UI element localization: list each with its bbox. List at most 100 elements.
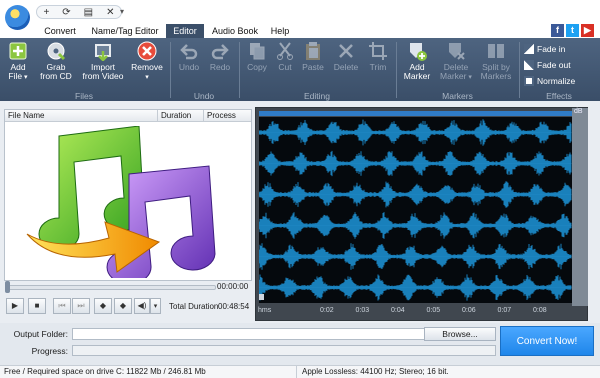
import-from-video-button[interactable]: Import from Video bbox=[80, 41, 126, 89]
time-tick-label: 0:04 bbox=[391, 307, 405, 314]
copy-label: Copy bbox=[247, 62, 267, 72]
format-status: Apple Lossless: 44100 Hz; Stereo; 16 bit… bbox=[302, 367, 449, 376]
paste-label: Paste bbox=[302, 62, 324, 72]
ribbon-separator bbox=[396, 42, 397, 98]
seek-handle[interactable] bbox=[5, 281, 10, 293]
waveform-canvas[interactable] bbox=[258, 117, 572, 303]
column-process[interactable]: Process bbox=[204, 110, 251, 122]
add-icon[interactable]: + bbox=[43, 7, 49, 18]
convert-now-button[interactable]: Convert Now! bbox=[500, 326, 594, 356]
normalize-label: Normalize bbox=[537, 76, 576, 86]
social-links: f t ▶ bbox=[551, 24, 594, 37]
volume-icon: ◀) bbox=[137, 301, 147, 310]
playhead-marker[interactable] bbox=[259, 294, 264, 300]
previous-button[interactable]: ⏮ bbox=[53, 298, 71, 314]
waveform-channels bbox=[258, 119, 572, 301]
add-file-button[interactable]: Add File ▾ bbox=[2, 41, 34, 89]
scissors-icon bbox=[277, 42, 293, 60]
output-folder-input[interactable] bbox=[72, 328, 425, 340]
split-icon bbox=[488, 44, 504, 58]
time-ruler: 0:02 0:03 0:04 0:05 0:06 0:07 0:08 bbox=[256, 307, 572, 317]
add-marker-icon bbox=[410, 43, 427, 61]
paste-button[interactable]: Paste bbox=[299, 41, 327, 89]
tab-convert[interactable]: Convert bbox=[36, 24, 84, 38]
channel-waveform bbox=[258, 119, 572, 146]
ribbon-separator bbox=[170, 42, 171, 98]
fade-out-icon bbox=[524, 60, 534, 70]
delete-button[interactable]: Delete bbox=[330, 41, 362, 89]
channel-waveform bbox=[258, 274, 572, 301]
cut-button[interactable]: Cut bbox=[273, 41, 297, 89]
close-icon[interactable]: ✕ bbox=[106, 7, 114, 18]
previous-icon: ⏮ bbox=[58, 301, 66, 310]
twitter-icon[interactable]: t bbox=[566, 24, 579, 37]
title-bar: + ⟳ ▤ ✕ ▾ Convert Name/Tag Editor Editor… bbox=[0, 0, 600, 38]
progress-label: Progress: bbox=[31, 346, 68, 356]
undo-button[interactable]: Undo bbox=[174, 41, 204, 89]
column-duration[interactable]: Duration bbox=[158, 110, 204, 122]
split-by-markers-button[interactable]: Split by Markers bbox=[477, 41, 515, 89]
stop-icon: ■ bbox=[34, 301, 40, 310]
remove-label: Remove bbox=[131, 62, 163, 72]
grab-from-cd-label: Grab from CD bbox=[40, 62, 72, 81]
qat-dropdown-icon[interactable]: ▾ bbox=[120, 7, 124, 16]
cut-label: Cut bbox=[278, 62, 292, 72]
fade-out-button[interactable]: Fade out bbox=[524, 59, 571, 71]
file-list[interactable]: File Name Duration Process bbox=[4, 109, 252, 281]
status-bar: Free / Required space on drive C: 11822 … bbox=[0, 365, 600, 378]
fade-in-button[interactable]: Fade in bbox=[524, 43, 565, 55]
facebook-icon[interactable]: f bbox=[551, 24, 564, 37]
waveform-editor[interactable]: dB hms 0:02 0:03 0:04 0:05 0:06 0:07 0:08 bbox=[255, 107, 588, 321]
youtube-icon[interactable]: ▶ bbox=[581, 24, 594, 37]
fade-in-icon bbox=[524, 44, 534, 54]
seek-bar[interactable] bbox=[6, 285, 216, 290]
tab-name-tag-editor[interactable]: Name/Tag Editor bbox=[86, 24, 164, 38]
selection-bar[interactable] bbox=[259, 111, 572, 116]
ribbon-toolbar: Add File ▾ Grab from CD Import from Vide… bbox=[0, 38, 600, 101]
redo-button[interactable]: Redo bbox=[206, 41, 234, 89]
column-file-name[interactable]: File Name bbox=[5, 110, 158, 122]
music-notes-artwork bbox=[26, 126, 216, 278]
volume-dropdown[interactable]: ▾ bbox=[150, 298, 161, 314]
progress-bar bbox=[72, 345, 496, 356]
add-marker-button[interactable]: Add Marker bbox=[400, 41, 434, 89]
delete-marker-button[interactable]: Delete Marker ▾ bbox=[437, 41, 475, 89]
film-icon bbox=[95, 44, 111, 61]
channel-waveform bbox=[258, 181, 572, 208]
remove-icon bbox=[137, 41, 157, 61]
copy-button[interactable]: Copy bbox=[243, 41, 271, 89]
fade-in-label: Fade in bbox=[537, 44, 566, 54]
next-button[interactable]: ⏭ bbox=[72, 298, 90, 314]
tab-audio-book[interactable]: Audio Book bbox=[206, 24, 264, 38]
move-down-button[interactable]: ◆ bbox=[114, 298, 132, 314]
status-divider bbox=[296, 366, 297, 378]
split-by-markers-label: Split by Markers bbox=[480, 62, 512, 81]
db-label: dB bbox=[574, 108, 583, 115]
remove-button[interactable]: Remove ▾ bbox=[128, 41, 166, 89]
quick-access-toolbar: + ⟳ ▤ ✕ bbox=[36, 5, 122, 19]
trim-button[interactable]: Trim bbox=[365, 41, 391, 89]
app-logo-icon[interactable] bbox=[5, 5, 30, 30]
trim-label: Trim bbox=[369, 62, 387, 72]
undo-icon bbox=[180, 44, 198, 60]
ribbon-separator bbox=[239, 42, 240, 98]
tab-editor[interactable]: Editor bbox=[166, 24, 204, 38]
play-button[interactable]: ▶ bbox=[6, 298, 24, 314]
move-up-button[interactable]: ◆ bbox=[94, 298, 112, 314]
current-time: 00:00:00 bbox=[217, 282, 249, 291]
document-icon[interactable]: ▤ bbox=[84, 7, 93, 18]
copy-icon bbox=[250, 43, 265, 60]
add-marker-label: Add Marker bbox=[403, 62, 431, 81]
volume-button[interactable]: ◀) bbox=[134, 298, 150, 314]
total-duration-value: 00:48:54 bbox=[218, 302, 250, 311]
tab-help[interactable]: Help bbox=[266, 24, 294, 38]
output-folder-label: Output Folder: bbox=[13, 329, 68, 339]
browse-button[interactable]: Browse... bbox=[424, 327, 496, 341]
channel-waveform bbox=[258, 212, 572, 239]
disk-space-status: Free / Required space on drive C: 11822 … bbox=[4, 367, 206, 376]
stop-button[interactable]: ■ bbox=[28, 298, 46, 314]
delete-marker-icon bbox=[449, 43, 465, 60]
grab-from-cd-button[interactable]: Grab from CD bbox=[36, 41, 76, 89]
refresh-icon[interactable]: ⟳ bbox=[62, 7, 70, 18]
normalize-button[interactable]: Normalize bbox=[524, 75, 575, 87]
